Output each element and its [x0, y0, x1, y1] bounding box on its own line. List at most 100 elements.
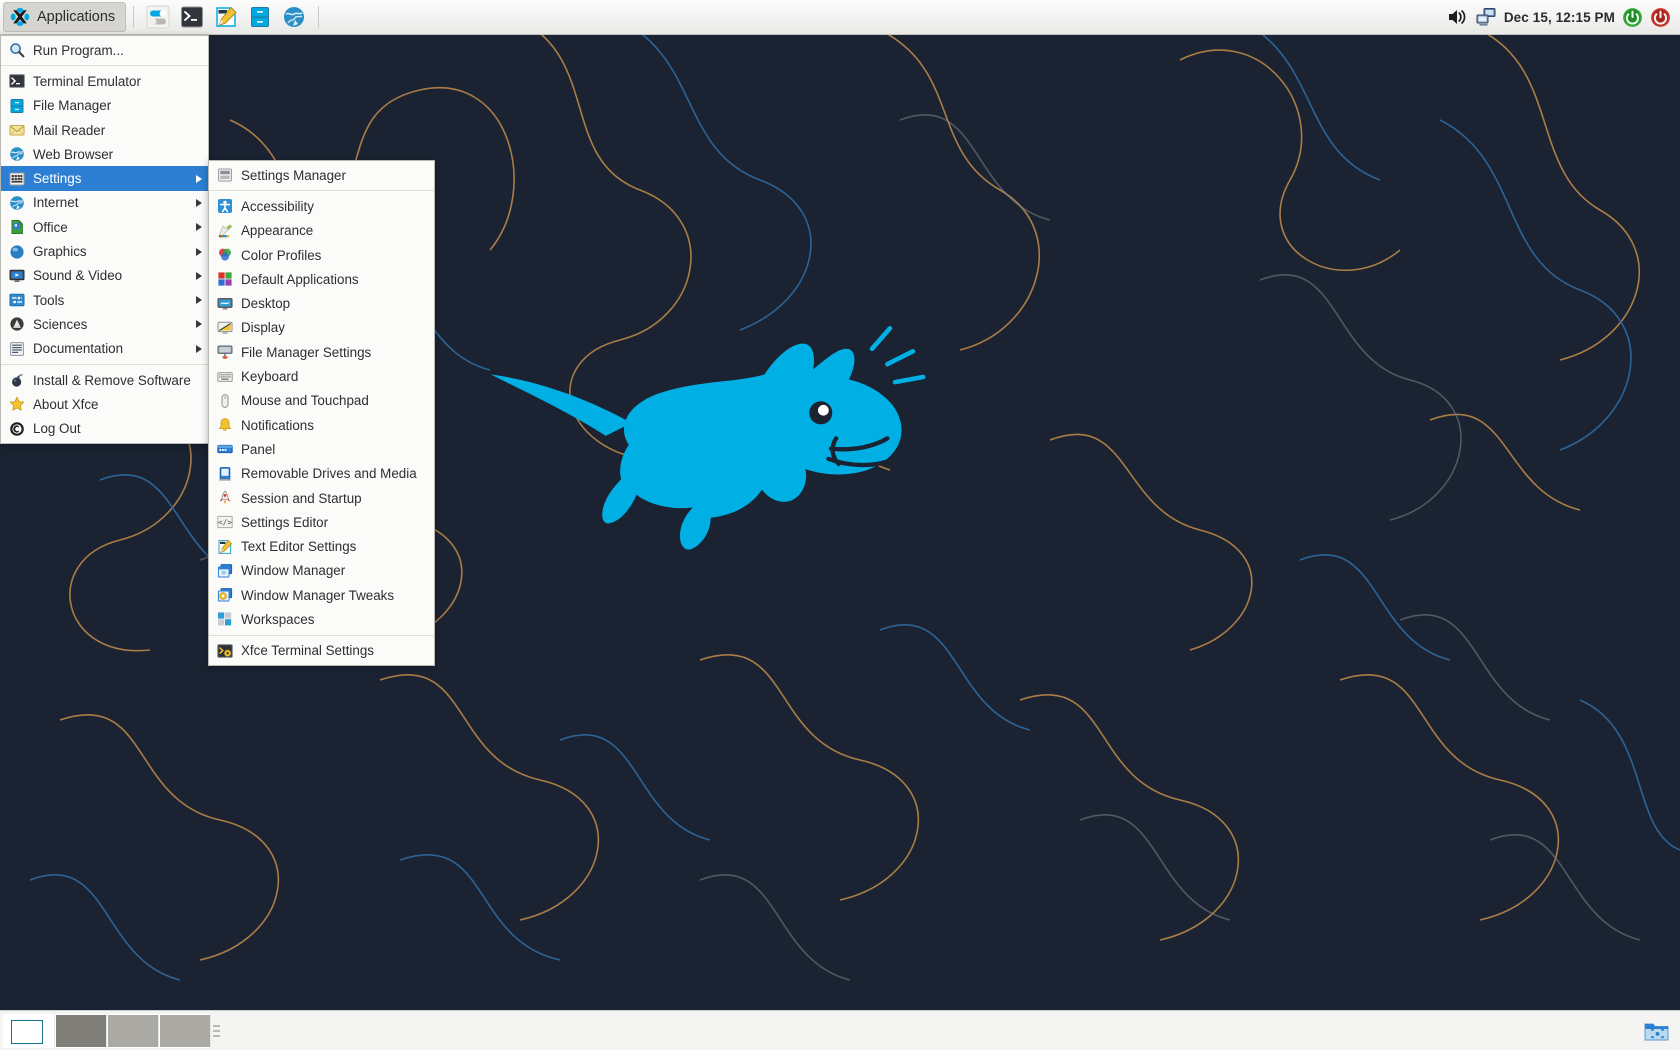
app-menu-item-file-manager[interactable]: File Manager	[1, 94, 208, 118]
app-menu-item-office[interactable]: Office	[1, 215, 208, 239]
file-manager-launcher[interactable]	[247, 4, 273, 30]
pencil-notepad-icon	[216, 538, 233, 555]
speaker-volume-icon[interactable]	[1446, 6, 1468, 28]
settings-submenu-item-keyboard[interactable]: Keyboard	[209, 364, 434, 388]
settings-submenu-item-appearance[interactable]: Appearance	[209, 219, 434, 243]
app-menu-item-documentation[interactable]: Documentation	[1, 337, 208, 361]
settings-submenu-item-panel[interactable]: Panel	[209, 437, 434, 461]
rocket-icon	[216, 490, 233, 507]
settings-submenu-item-xfce-terminal-settings[interactable]: Xfce Terminal Settings	[209, 639, 434, 663]
display-screen-icon	[216, 319, 233, 336]
settings-submenu-item-settings-manager[interactable]: Settings Manager	[209, 163, 434, 187]
submenu-arrow-icon	[196, 296, 202, 305]
settings-manager-launcher[interactable]	[145, 4, 171, 30]
bottom-panel	[0, 1010, 1680, 1050]
workspace-1[interactable]	[3, 1013, 55, 1048]
settings-submenu-item-accessibility[interactable]: Accessibility	[209, 194, 434, 218]
terminal-icon	[8, 73, 25, 90]
clock[interactable]: Dec 15, 12:15 PM	[1504, 10, 1615, 25]
desktop-root: Applications Dec 15, 12:15 PM Run Progra…	[0, 0, 1680, 1050]
app-menu-item-label: About Xfce	[33, 396, 99, 412]
svg-text:</>: </>	[218, 518, 232, 527]
text-editor-launcher[interactable]	[213, 4, 239, 30]
desktop-monitor-icon	[216, 295, 233, 312]
xfce-mouse-icon	[10, 7, 30, 27]
workspace-4[interactable]	[159, 1013, 211, 1048]
app-menu-item-internet[interactable]: Internet	[1, 191, 208, 215]
app-menu-item-label: Tools	[33, 292, 65, 308]
code-brackets-icon: </>	[216, 514, 233, 531]
star-icon	[8, 396, 25, 413]
workspace-switcher[interactable]	[3, 1013, 211, 1048]
workspace-3[interactable]	[107, 1013, 159, 1048]
shutdown-power-icon[interactable]	[1650, 7, 1671, 28]
web-browser-launcher[interactable]	[281, 4, 307, 30]
flask-dome-icon	[8, 316, 25, 333]
settings-submenu-item-label: File Manager Settings	[241, 344, 372, 360]
settings-submenu-item-session-and-startup[interactable]: Session and Startup	[209, 486, 434, 510]
settings-submenu-item-text-editor-settings[interactable]: Text Editor Settings	[209, 534, 434, 558]
settings-submenu-item-settings-editor[interactable]: </> Settings Editor	[209, 510, 434, 534]
terminal-launcher[interactable]	[179, 4, 205, 30]
settings-submenu-item-label: Display	[241, 320, 285, 336]
settings-submenu-item-label: Default Applications	[241, 271, 359, 287]
settings-submenu-item-display[interactable]: Display	[209, 316, 434, 340]
settings-submenu-item-color-profiles[interactable]: Color Profiles	[209, 243, 434, 267]
app-menu-item-label: Mail Reader	[33, 122, 106, 138]
app-menu-item-mail-reader[interactable]: Mail Reader	[1, 118, 208, 142]
settings-submenu-item-window-manager[interactable]: Window Manager	[209, 559, 434, 583]
panel-separator-2	[318, 6, 320, 28]
app-menu-item-about-xfce[interactable]: About Xfce	[1, 392, 208, 416]
app-menu-item-label: Install & Remove Software	[33, 372, 191, 388]
settings-submenu-item-workspaces[interactable]: Workspaces	[209, 607, 434, 631]
app-menu-item-run-program[interactable]: Run Program...	[1, 38, 208, 62]
panel-bar-icon	[216, 441, 233, 458]
top-panel: Applications Dec 15, 12:15 PM	[0, 0, 1680, 35]
restart-power-icon[interactable]	[1622, 7, 1643, 28]
settings-submenu-item-removable-drives-and-media[interactable]: Removable Drives and Media	[209, 462, 434, 486]
network-workstation-icon[interactable]	[1475, 6, 1497, 28]
submenu-arrow-icon	[196, 174, 202, 183]
submenu-arrow-icon	[196, 198, 202, 207]
keyboard-icon	[216, 368, 233, 385]
globe-blue-icon	[8, 194, 25, 211]
app-menu-item-log-out[interactable]: Log Out	[1, 416, 208, 440]
app-menu-item-sound-video[interactable]: Sound & Video	[1, 264, 208, 288]
app-menu-item-label: Documentation	[33, 341, 124, 357]
settings-submenu-item-label: Session and Startup	[241, 490, 362, 506]
settings-submenu-item-label: Text Editor Settings	[241, 539, 357, 555]
app-menu-item-label: Graphics	[33, 244, 87, 260]
settings-submenu-item-notifications[interactable]: Notifications	[209, 413, 434, 437]
app-menu-item-label: Internet	[33, 195, 79, 211]
app-menu-item-graphics[interactable]: Graphics	[1, 239, 208, 263]
settings-submenu-item-label: Settings Manager	[241, 167, 346, 183]
app-menu-item-label: Web Browser	[33, 146, 114, 162]
app-menu-item-label: Sound & Video	[33, 268, 123, 284]
settings-submenu-item-label: Removable Drives and Media	[241, 466, 417, 482]
settings-submenu-item-desktop[interactable]: Desktop	[209, 291, 434, 315]
app-menu-item-sciences[interactable]: Sciences	[1, 312, 208, 336]
settings-submenu-item-window-manager-tweaks[interactable]: Window Manager Tweaks	[209, 583, 434, 607]
settings-submenu-item-label: Keyboard	[241, 369, 299, 385]
folder-icon[interactable]	[1643, 1017, 1670, 1044]
settings-submenu-item-label: Workspaces	[241, 611, 315, 627]
app-menu-item-install-remove-software[interactable]: Install & Remove Software	[1, 368, 208, 392]
panel-drag-handle[interactable]	[211, 1014, 221, 1048]
app-menu-item-web-browser[interactable]: Web Browser	[1, 142, 208, 166]
settings-submenu-item-label: Mouse and Touchpad	[241, 393, 369, 409]
magnifier-icon	[8, 42, 25, 59]
terminal-settings-icon	[216, 642, 233, 659]
app-menu-item-tools[interactable]: Tools	[1, 288, 208, 312]
settings-submenu-item-default-applications[interactable]: Default Applications	[209, 267, 434, 291]
app-menu-separator	[1, 65, 208, 67]
panel-separator-1	[133, 6, 135, 28]
settings-submenu-item-file-manager-settings[interactable]: File Manager Settings	[209, 340, 434, 364]
app-menu-item-settings[interactable]: Settings	[1, 166, 208, 191]
app-menu-item-label: Run Program...	[33, 42, 124, 58]
settings-submenu-item-mouse-and-touchpad[interactable]: Mouse and Touchpad	[209, 389, 434, 413]
window-tweaks-gear-icon	[216, 587, 233, 604]
app-menu-item-terminal-emulator[interactable]: Terminal Emulator	[1, 69, 208, 93]
workspace-2[interactable]	[55, 1013, 107, 1048]
workspace-window-preview	[11, 1019, 43, 1044]
applications-button[interactable]: Applications	[3, 2, 127, 32]
